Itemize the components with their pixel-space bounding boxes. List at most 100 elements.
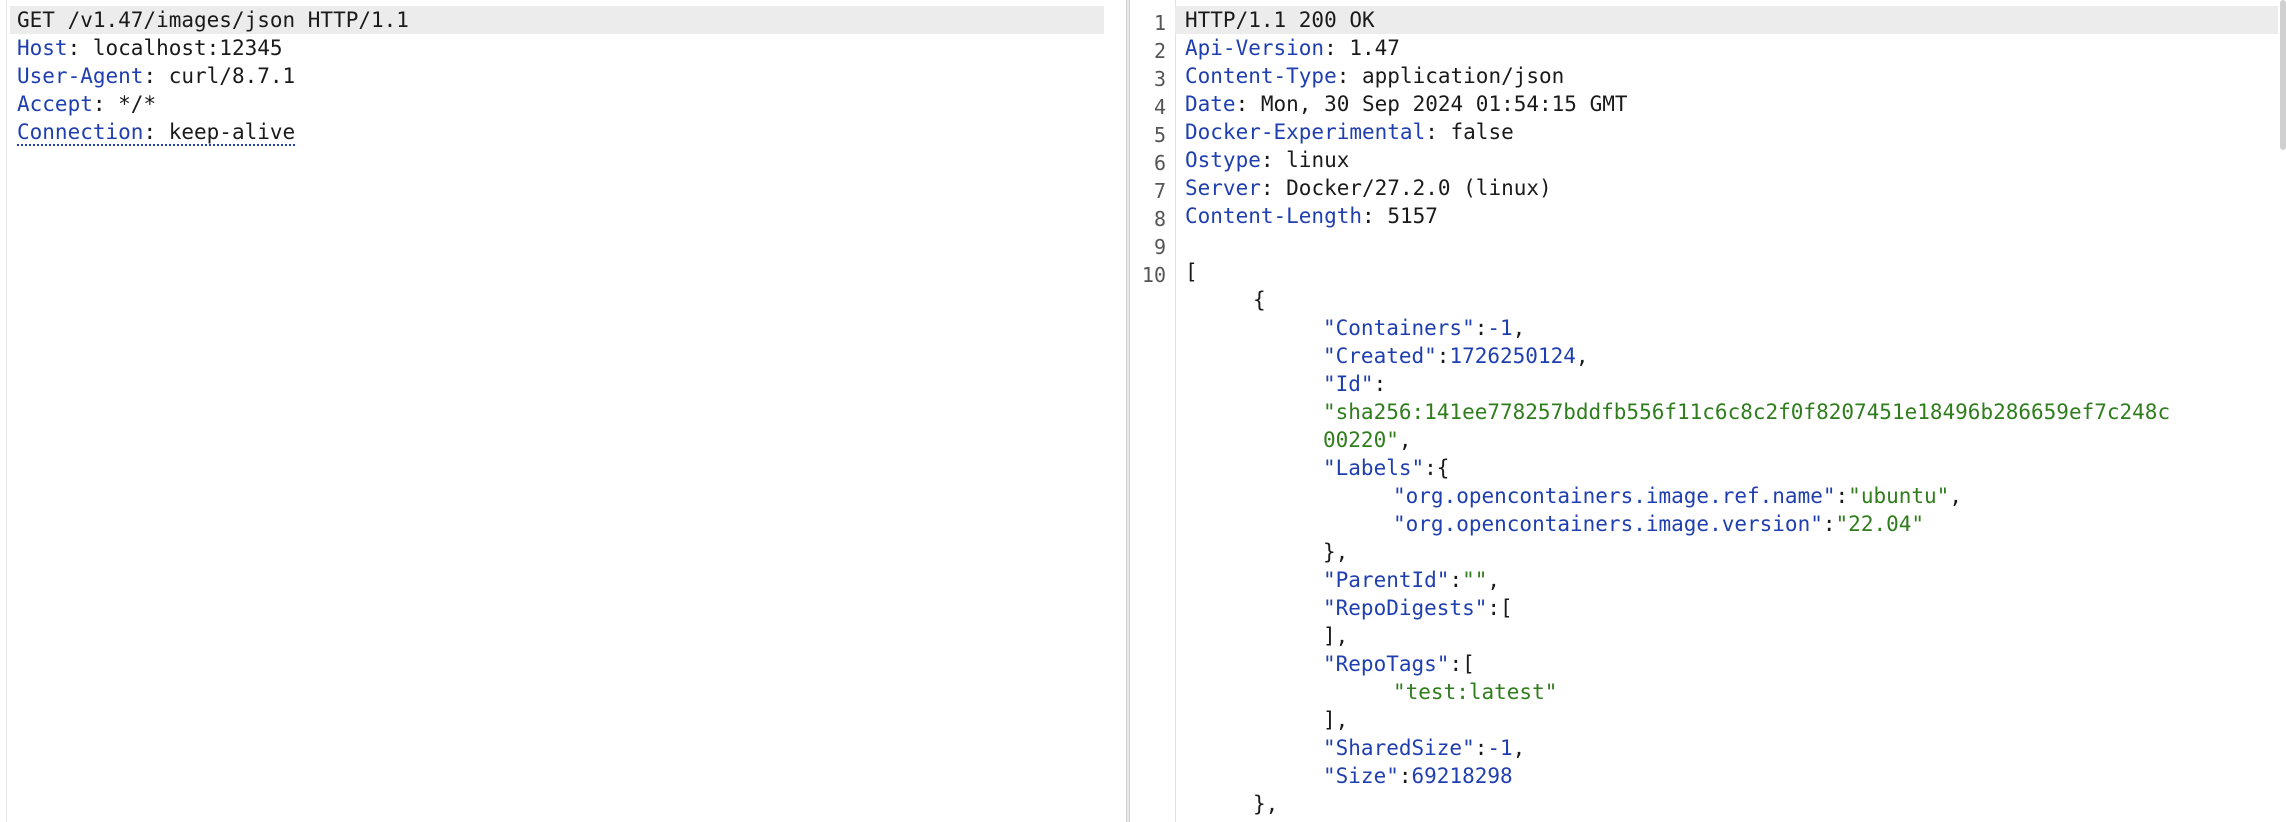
line-number: 10 xyxy=(1141,263,1166,287)
json-string: "sha256:141ee778257bddfb556f11c6c8c2f0f8… xyxy=(1323,400,2171,424)
json-key: "RepoTags" xyxy=(1323,652,1450,676)
json-line[interactable]: { xyxy=(1253,286,1266,314)
header-value: linux xyxy=(1286,148,1350,172)
header-value: keep-alive xyxy=(168,120,296,144)
request-pane[interactable]: GET /v1.47/images/json HTTP/1.1 Host: lo… xyxy=(0,0,1127,822)
json-line[interactable]: [ xyxy=(1185,258,1198,286)
header-value: application/json xyxy=(1362,64,1565,88)
line-number: 6 xyxy=(1153,151,1166,175)
line-number: 1 xyxy=(1153,11,1166,35)
json-key: "org.opencontainers.image.ref.name" xyxy=(1393,484,1836,508)
json-line[interactable]: "SharedSize":-1, xyxy=(1323,734,1525,762)
request-header-user-agent[interactable]: User-Agent: curl/8.7.1 xyxy=(17,62,295,90)
request-line[interactable]: GET /v1.47/images/json HTTP/1.1 xyxy=(10,6,1104,34)
json-number: 1726250124 xyxy=(1449,344,1576,368)
line-number: 9 xyxy=(1153,235,1166,259)
json-line[interactable]: ], xyxy=(1323,622,1348,650)
header-key: Date xyxy=(1185,92,1236,116)
json-key: "Size" xyxy=(1323,764,1399,788)
response-header[interactable]: Docker-Experimental: false xyxy=(1185,118,1514,146)
line-number: 2 xyxy=(1153,39,1166,63)
json-close-bracket: ], xyxy=(1323,708,1349,732)
json-number: -1 xyxy=(1487,316,1513,340)
json-open-bracket: [ xyxy=(1185,260,1198,284)
header-key: Accept xyxy=(17,92,93,116)
header-value: false xyxy=(1450,120,1514,144)
json-key: "RepoDigests" xyxy=(1323,596,1488,620)
json-line[interactable]: "Id": xyxy=(1323,370,1386,398)
line-number: 5 xyxy=(1153,123,1166,147)
header-value: Mon, 30 Sep 2024 01:54:15 GMT xyxy=(1260,92,1628,116)
request-header-accept[interactable]: Accept: */* xyxy=(17,90,156,118)
request-header-connection[interactable]: Connection: keep-alive xyxy=(17,118,296,146)
json-line[interactable]: ], xyxy=(1323,706,1348,734)
response-header[interactable]: Date: Mon, 30 Sep 2024 01:54:15 GMT xyxy=(1185,90,1628,118)
header-key: Ostype xyxy=(1185,148,1261,172)
json-key: "Created" xyxy=(1323,344,1437,368)
line-number-gutter: 1 2 3 4 5 6 7 8 9 10 xyxy=(1130,0,1176,822)
json-key: "Id" xyxy=(1323,372,1374,396)
header-key: Content-Length xyxy=(1185,204,1363,228)
json-string: 00220" xyxy=(1323,428,1399,452)
header-key: Api-Version xyxy=(1185,36,1325,60)
pane-edge xyxy=(6,0,7,822)
line-number: 3 xyxy=(1153,67,1166,91)
header-value: 1.47 xyxy=(1349,36,1400,60)
line-number: 8 xyxy=(1153,207,1166,231)
header-value: localhost:12345 xyxy=(92,36,283,60)
header-value: Docker/27.2.0 (linux) xyxy=(1286,176,1552,200)
request-line-text: GET /v1.47/images/json HTTP/1.1 xyxy=(17,8,409,32)
json-line[interactable]: "RepoTags":[ xyxy=(1323,650,1475,678)
header-key: Docker-Experimental xyxy=(1185,120,1426,144)
request-header-host[interactable]: Host: localhost:12345 xyxy=(17,34,283,62)
header-key: Host xyxy=(17,36,68,60)
json-line[interactable]: 00220", xyxy=(1323,426,1412,454)
json-line[interactable]: }, xyxy=(1253,790,1278,818)
json-close-bracket: ], xyxy=(1323,624,1349,648)
scrollbar-thumb[interactable] xyxy=(2280,0,2286,150)
json-line[interactable]: "RepoDigests":[ xyxy=(1323,594,1513,622)
response-pane[interactable]: 1 2 3 4 5 6 7 8 9 10 HTTP/1.1 200 OK Api… xyxy=(1130,0,2286,822)
json-line[interactable]: "Size":69218298 xyxy=(1323,762,1513,790)
line-number: 7 xyxy=(1153,179,1166,203)
json-close-brace: }, xyxy=(1323,540,1349,564)
response-header[interactable]: Content-Type: application/json xyxy=(1185,62,1564,90)
response-header[interactable]: Content-Length: 5157 xyxy=(1185,202,1438,230)
line-number: 4 xyxy=(1153,95,1166,119)
json-key: "Containers" xyxy=(1323,316,1475,340)
header-value: curl/8.7.1 xyxy=(168,64,296,88)
json-open-brace: { xyxy=(1253,288,1266,312)
json-key: "Labels" xyxy=(1323,456,1425,480)
json-line[interactable]: "ParentId":"", xyxy=(1323,566,1500,594)
response-code[interactable]: HTTP/1.1 200 OK Api-Version: 1.47 Conten… xyxy=(1175,0,2278,822)
json-key: "ParentId" xyxy=(1323,568,1450,592)
response-header[interactable]: Server: Docker/27.2.0 (linux) xyxy=(1185,174,1552,202)
header-key: Content-Type xyxy=(1185,64,1337,88)
json-string: "ubuntu" xyxy=(1848,484,1950,508)
header-key: User-Agent xyxy=(17,64,144,88)
header-value: 5157 xyxy=(1387,204,1438,228)
response-header[interactable]: Ostype: linux xyxy=(1185,146,1349,174)
json-line[interactable]: "test:latest" xyxy=(1393,678,1557,706)
response-header[interactable]: Api-Version: 1.47 xyxy=(1185,34,1400,62)
json-close-brace: }, xyxy=(1253,792,1279,816)
json-line[interactable]: }, xyxy=(1323,538,1348,566)
header-key: Server xyxy=(1185,176,1261,200)
json-line[interactable]: "sha256:141ee778257bddfb556f11c6c8c2f0f8… xyxy=(1323,398,2170,426)
json-line[interactable]: "Containers":-1, xyxy=(1323,314,1525,342)
json-number: -1 xyxy=(1487,736,1513,760)
json-line[interactable]: "org.opencontainers.image.version":"22.0… xyxy=(1393,510,1924,538)
header-key: Connection xyxy=(17,120,144,144)
json-string: "test:latest" xyxy=(1393,680,1558,704)
json-key: "SharedSize" xyxy=(1323,736,1475,760)
json-line[interactable]: "Labels":{ xyxy=(1323,454,1449,482)
json-string: "22.04" xyxy=(1835,512,1925,536)
json-number: 69218298 xyxy=(1411,764,1513,788)
status-line[interactable]: HTTP/1.1 200 OK xyxy=(1175,6,2278,34)
json-line[interactable]: "Created":1726250124, xyxy=(1323,342,1589,370)
header-value: */* xyxy=(118,92,157,116)
json-string: "" xyxy=(1462,568,1488,592)
json-line[interactable]: "org.opencontainers.image.ref.name":"ubu… xyxy=(1393,482,1962,510)
json-key: "org.opencontainers.image.version" xyxy=(1393,512,1823,536)
status-line-text: HTTP/1.1 200 OK xyxy=(1185,8,1375,32)
